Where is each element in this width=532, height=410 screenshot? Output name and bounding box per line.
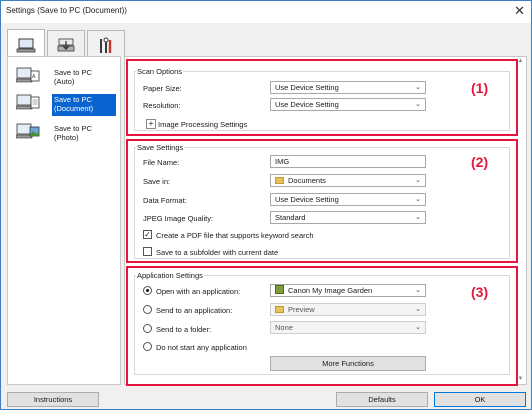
list-item-save-to-pc-document[interactable]: Save to PC (Document) — [14, 90, 118, 118]
scanner-icon — [57, 38, 75, 51]
svg-text:A: A — [32, 74, 36, 80]
close-icon[interactable]: ✕ — [514, 4, 525, 18]
list-item-save-to-pc-photo[interactable]: Save to PC (Photo) — [14, 119, 118, 147]
chevron-down-icon: ⌄ — [415, 84, 421, 91]
paper-size-label: Paper Size: — [143, 84, 182, 93]
settings-window: Settings (Save to PC (Document)) ✕ A Sav… — [0, 0, 532, 410]
scan-options-title: Scan Options — [136, 67, 184, 76]
open-app-label: Open with an application: — [156, 287, 241, 296]
list-item-save-to-pc-auto[interactable]: A Save to PC (Auto) — [14, 63, 118, 91]
send-app-dropdown[interactable]: Preview ⌄ — [270, 303, 426, 316]
image-garden-app-icon — [275, 285, 284, 294]
send-app-label: Send to an application: — [156, 306, 233, 315]
tools-icon — [100, 37, 112, 53]
save-in-label: Save in: — [143, 177, 171, 186]
more-functions-button[interactable]: More Functions — [270, 356, 426, 371]
send-app-radio[interactable] — [143, 305, 152, 314]
jpeg-quality-label: JPEG Image Quality: — [143, 214, 214, 223]
paper-size-dropdown[interactable]: Use Device Setting ⌄ — [270, 81, 426, 94]
application-settings-title: Application Settings — [136, 271, 204, 280]
pdf-keyword-label: Create a PDF file that supports keyword … — [156, 231, 314, 240]
instructions-button[interactable]: Instructions — [7, 392, 99, 407]
preview-app-icon — [275, 306, 284, 313]
data-format-dropdown[interactable]: Use Device Setting ⌄ — [270, 193, 426, 206]
section-number-1: (1) — [471, 80, 489, 96]
list-item-label: Save to PC (Photo) — [54, 124, 92, 142]
expand-icon[interactable]: + — [146, 119, 156, 129]
section-number-3: (3) — [471, 284, 489, 300]
resolution-label: Resolution: — [143, 101, 181, 110]
send-folder-radio[interactable] — [143, 324, 152, 333]
scan-to-pc-document-icon — [16, 94, 40, 110]
resolution-dropdown[interactable]: Use Device Setting ⌄ — [270, 98, 426, 111]
ok-button[interactable]: OK — [434, 392, 526, 407]
section-number-2: (2) — [471, 154, 489, 170]
subfolder-label: Save to a subfolder with current date — [156, 248, 279, 257]
title-bar: Settings (Save to PC (Document)) ✕ — [1, 1, 531, 23]
list-item-label: Save to PC (Auto) — [54, 68, 92, 86]
scan-to-pc-photo-icon — [16, 123, 40, 139]
scan-to-pc-auto-icon: A — [16, 67, 40, 83]
save-in-dropdown[interactable]: Documents ⌄ — [270, 174, 426, 187]
file-name-input[interactable]: IMG — [270, 155, 426, 168]
open-app-dropdown[interactable]: Canon My Image Garden ⌄ — [270, 284, 426, 297]
image-processing-settings-label[interactable]: Image Processing Settings — [158, 120, 247, 129]
list-item-label: Save to PC (Document) — [52, 94, 116, 116]
subfolder-checkbox[interactable] — [143, 247, 152, 256]
jpeg-quality-dropdown[interactable]: Standard ⌄ — [270, 211, 426, 224]
chevron-down-icon: ⌄ — [415, 214, 421, 221]
folder-icon — [275, 177, 284, 184]
chevron-down-icon: ⌄ — [415, 177, 421, 184]
no-app-radio[interactable] — [143, 342, 152, 351]
pdf-keyword-checkbox[interactable]: ✓ — [143, 230, 152, 239]
chevron-down-icon: ⌄ — [415, 324, 421, 331]
open-app-radio[interactable] — [143, 286, 152, 295]
chevron-down-icon: ⌄ — [415, 196, 421, 203]
send-folder-dropdown[interactable]: None ⌄ — [270, 321, 426, 334]
send-folder-label: Send to a folder: — [156, 325, 212, 334]
window-title: Settings (Save to PC (Document)) — [6, 6, 127, 15]
chevron-down-icon: ⌄ — [415, 287, 421, 294]
computer-scan-icon — [16, 38, 36, 52]
no-app-label: Do not start any application — [156, 343, 247, 352]
defaults-button[interactable]: Defaults — [336, 392, 428, 407]
chevron-down-icon: ⌄ — [415, 101, 421, 108]
file-name-label: File Name: — [143, 158, 180, 167]
scan-mode-list: A Save to PC (Auto) Save to PC (Document… — [7, 56, 121, 385]
chevron-down-icon: ⌄ — [415, 306, 421, 313]
data-format-label: Data Format: — [143, 196, 187, 205]
save-settings-title: Save Settings — [136, 143, 185, 152]
